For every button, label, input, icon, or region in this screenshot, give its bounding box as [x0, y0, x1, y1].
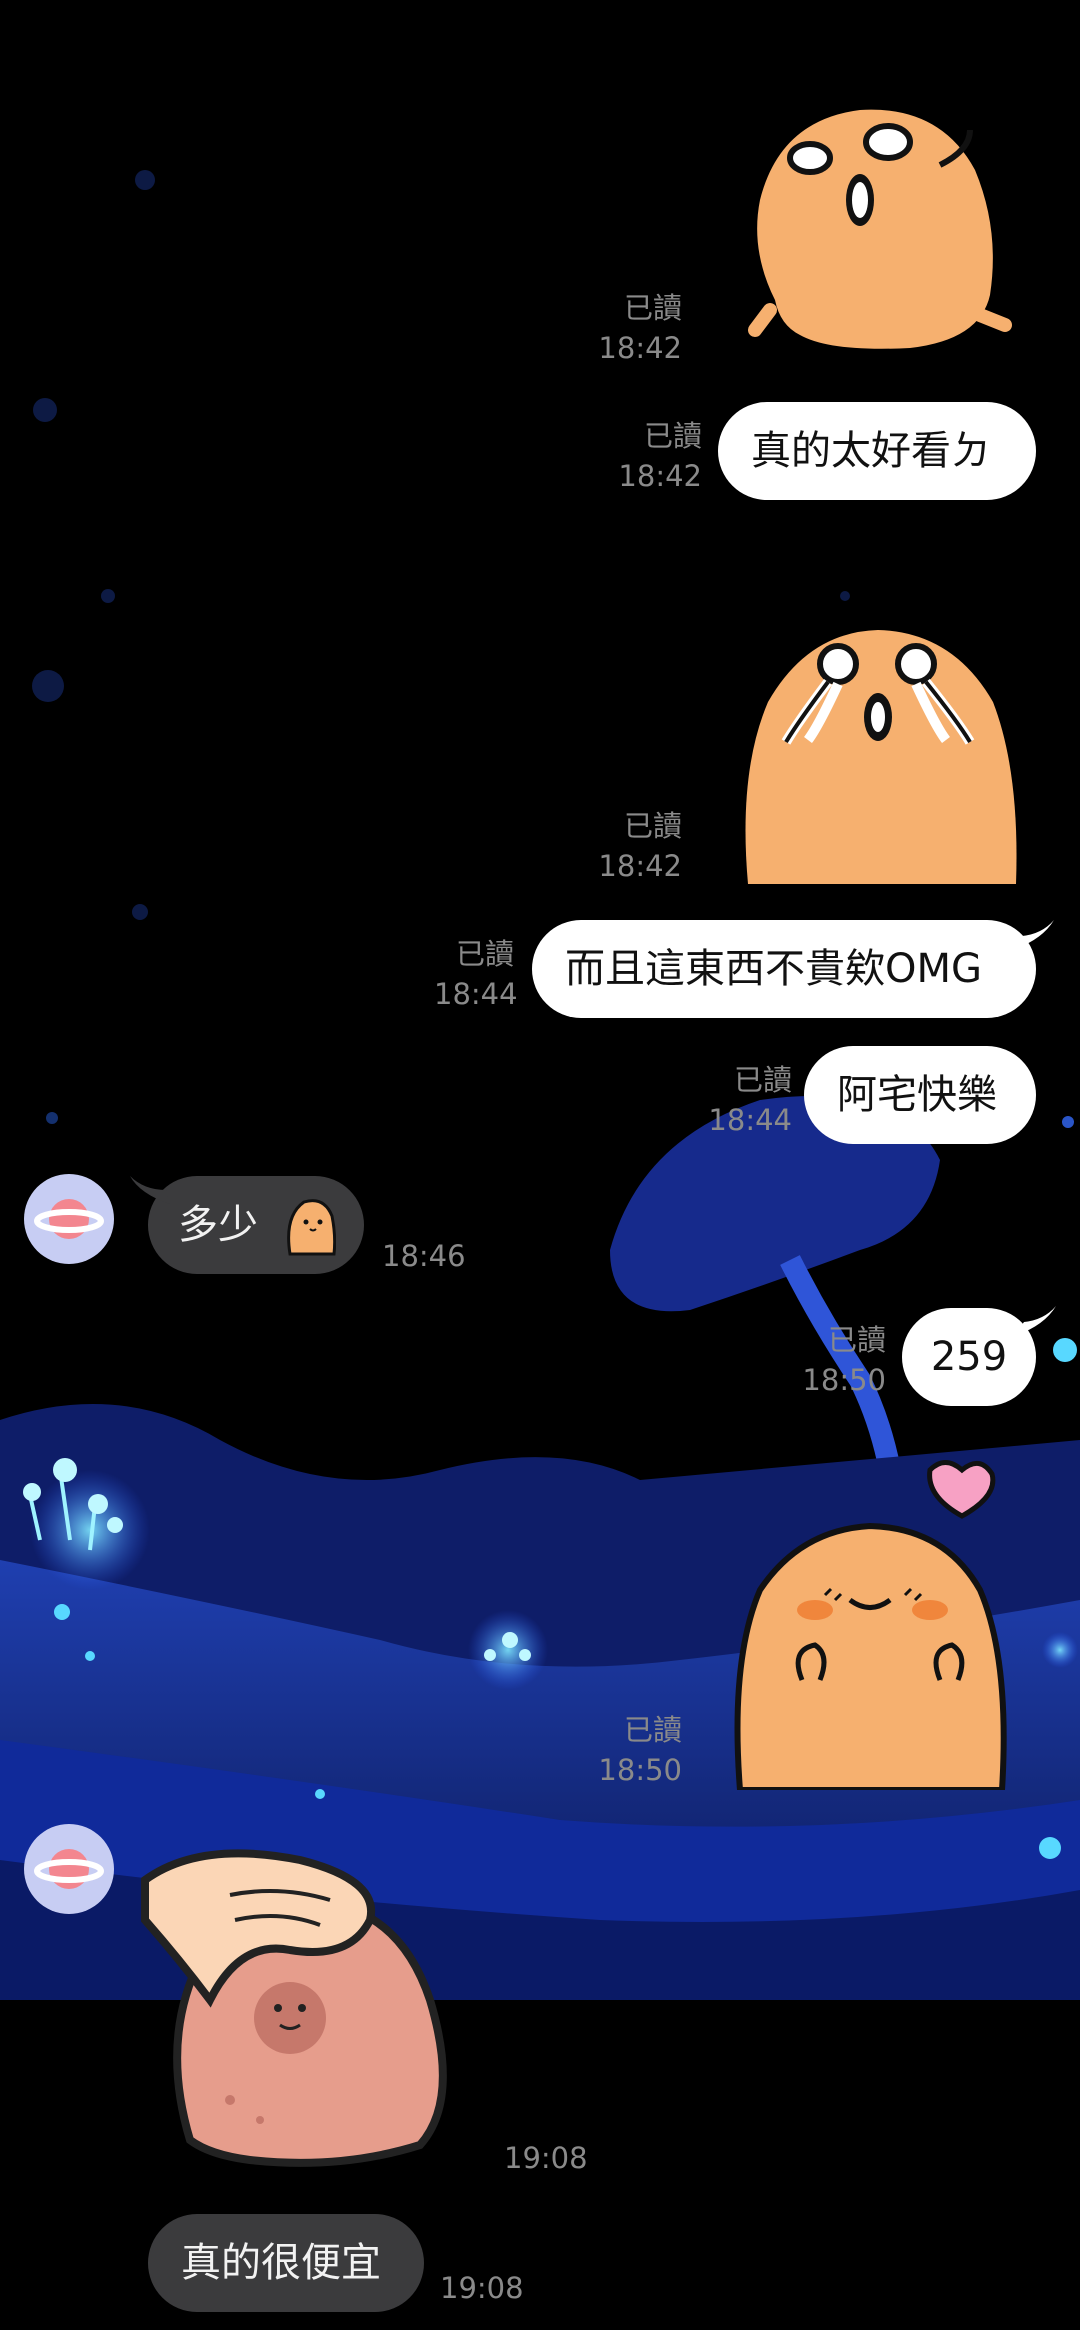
message-bubble-outgoing[interactable]: 真的太好看ㄉ	[718, 402, 1036, 500]
message-time-label: 19:08	[440, 2271, 524, 2305]
message-time: 18:50	[802, 1363, 886, 1397]
message-text: 真的很便宜	[181, 2240, 381, 2286]
read-label: 已讀	[623, 1713, 682, 1747]
message-text: 真的太好看ㄉ	[751, 428, 991, 474]
tearful-potato-sticker[interactable]	[738, 622, 1020, 884]
message-text: 阿宅快樂	[837, 1072, 997, 1118]
read-label: 已讀	[643, 419, 702, 453]
read-label: 已讀	[623, 809, 682, 843]
planet-icon	[34, 1199, 104, 1239]
read-receipt: 已讀 18:50	[800, 1320, 886, 1400]
read-receipt: 已讀 18:50	[590, 1710, 682, 1790]
message-text: 而且這東西不貴欸OMG	[565, 946, 982, 992]
read-receipt: 已讀 18:42	[590, 806, 682, 886]
crying-potato-sticker[interactable]	[740, 90, 1020, 360]
message-bubble-incoming[interactable]: 多少	[148, 1176, 364, 1274]
read-label: 已讀	[733, 1063, 792, 1097]
read-receipt: 已讀 18:44	[702, 1060, 792, 1140]
bubble-tail	[1014, 1306, 1056, 1336]
blushing-potato-heart-sticker[interactable]	[730, 1460, 1040, 1790]
mushroom-decoration	[610, 1096, 940, 1473]
head-pat-bear-sticker[interactable]	[140, 1840, 480, 2170]
message-time: 18:44	[708, 1103, 792, 1137]
message-time-label: 18:46	[382, 1239, 466, 1273]
planet-icon	[34, 1849, 104, 1889]
message-time: 18:42	[618, 459, 702, 493]
chat-screen: 已讀 18:42 已讀 18:42 真的太好看ㄉ 已讀 18:42 已讀 18:	[0, 0, 1080, 2330]
message-time: 18:50	[598, 1753, 682, 1787]
contact-avatar[interactable]	[24, 1174, 114, 1264]
contact-avatar[interactable]	[24, 1824, 114, 1914]
message-time: 18:44	[434, 977, 518, 1011]
message-time-label: 19:08	[504, 2141, 588, 2175]
message-time: 19:08	[440, 2268, 524, 2308]
message-text: 多少	[178, 1202, 258, 1248]
message-bubble-outgoing[interactable]: 阿宅快樂	[804, 1046, 1036, 1144]
glowing-plants-center	[468, 1610, 548, 1690]
message-time: 18:42	[598, 849, 682, 883]
read-receipt: 已讀 18:42	[612, 416, 702, 496]
message-bubble-outgoing[interactable]: 而且這東西不貴欸OMG	[532, 920, 1036, 1018]
potato-emoji	[287, 1199, 336, 1256]
read-receipt: 已讀 18:44	[434, 934, 518, 1014]
message-bubble-incoming[interactable]: 真的很便宜	[148, 2214, 424, 2312]
bubble-tail	[130, 1176, 170, 1204]
message-time: 18:46	[382, 1236, 466, 1276]
read-label: 已讀	[455, 937, 514, 971]
message-time: 18:42	[598, 331, 682, 365]
read-receipt: 已讀 18:42	[590, 288, 682, 368]
read-label: 已讀	[623, 291, 682, 325]
bubble-tail	[1012, 920, 1054, 950]
message-text: 259	[930, 1334, 1008, 1380]
message-time: 19:08	[504, 2138, 588, 2178]
read-label: 已讀	[827, 1323, 886, 1357]
